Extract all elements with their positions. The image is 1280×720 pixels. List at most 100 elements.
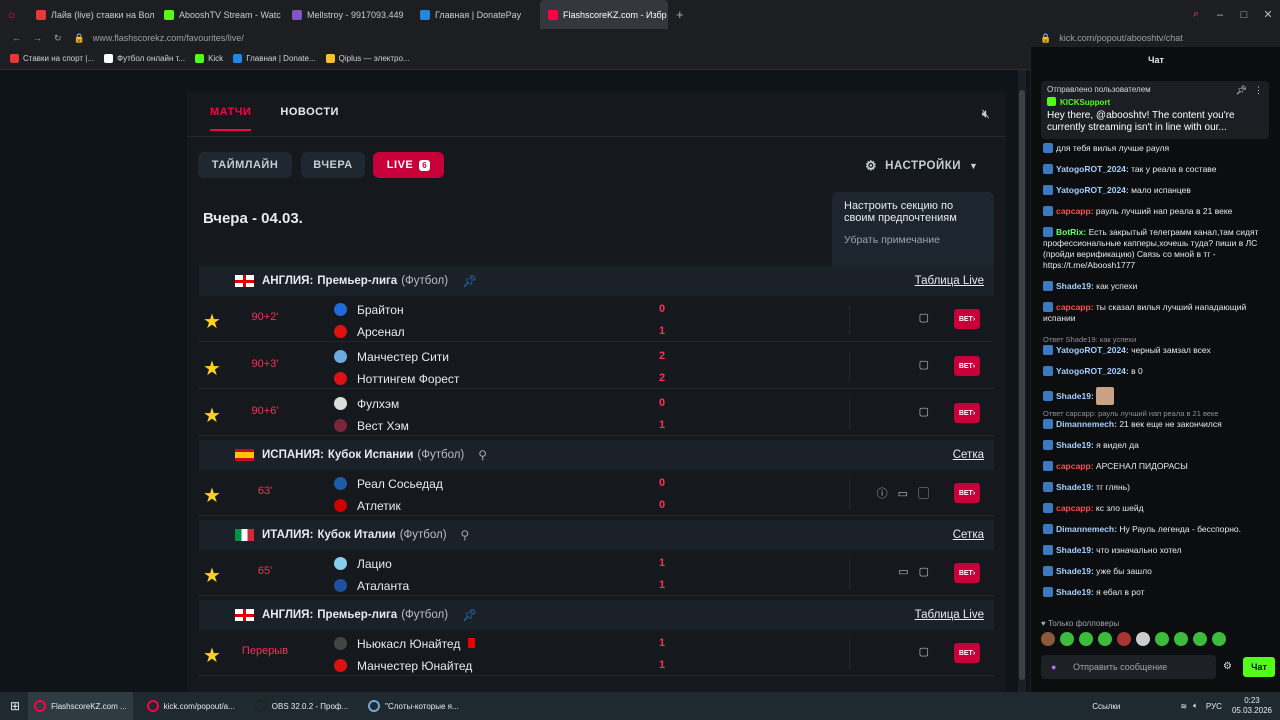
away-team[interactable]: Ноттингем Форест <box>334 372 459 386</box>
tray-links[interactable]: Ссылки <box>1092 702 1120 711</box>
home-team[interactable]: Ньюкасл Юнайтед <box>334 637 476 651</box>
league-link[interactable]: Таблица Live <box>915 275 984 287</box>
chat-username[interactable]: сарсарр: <box>1056 461 1094 471</box>
settings-button[interactable]: ⚙︎ НАСТРОЙКИ ▼ <box>865 158 978 174</box>
away-team[interactable]: Аталанта <box>334 579 409 593</box>
chat-username[interactable]: Shade19: <box>1056 482 1094 492</box>
chip-yesterday[interactable]: ВЧЕРА <box>301 152 365 178</box>
browser-tab[interactable]: FlashscoreKZ.com - Избр <box>540 0 668 29</box>
chip-live[interactable]: LIVE 6 <box>373 152 444 178</box>
pin-icon[interactable]: ⚲ <box>461 528 470 542</box>
bet-button[interactable]: BET› <box>954 356 980 376</box>
pin-icon[interactable]: 📌︎ <box>462 608 477 622</box>
match-action-icons[interactable]: ▢ <box>919 358 939 371</box>
browser-tab[interactable]: Главная | DonatePay <box>412 0 540 29</box>
bet-button[interactable]: BET› <box>954 643 980 663</box>
bookmark-item[interactable]: Kick <box>195 53 223 63</box>
minimize-icon[interactable]: – <box>1208 9 1232 21</box>
emote-icon[interactable] <box>1212 632 1226 646</box>
emote-icon[interactable] <box>1117 632 1131 646</box>
bookmark-item[interactable]: Qiplus — электро... <box>325 53 410 63</box>
match-action-icons[interactable]: ⓘ▭▢ <box>877 485 939 501</box>
match-row[interactable]: ★ Перерыв Ньюкасл Юнайтед 1 Манчестер Юнайте… <box>199 631 994 676</box>
emote-icon[interactable] <box>1079 632 1093 646</box>
browser-tab[interactable]: Лайв (live) ставки на Вол <box>28 0 156 29</box>
more-icon[interactable]: ⋮ <box>1254 85 1263 96</box>
favorite-star-icon[interactable]: ★ <box>203 643 221 668</box>
league-name[interactable]: Премьер-лига <box>317 275 397 287</box>
url-field[interactable]: www.flashscorekz.com/favourites/live/ <box>93 33 244 43</box>
favorite-star-icon[interactable]: ★ <box>203 563 221 588</box>
match-row[interactable]: ★ 63' Реал Сосьедад 0 Атлетик 0 ⓘ▭▢ BET› <box>199 471 994 516</box>
new-tab-button[interactable]: + <box>668 0 692 29</box>
send-chat-button[interactable]: Чат <box>1243 657 1275 677</box>
bookmark-item[interactable]: Футбол онлайн т... <box>104 53 185 63</box>
windows-start-icon[interactable]: ⊞ <box>10 699 20 713</box>
chat-username[interactable]: BotRix: <box>1056 227 1086 237</box>
home-team[interactable]: Реал Сосьедад <box>334 477 443 491</box>
page-scrollbar[interactable] <box>1018 70 1026 692</box>
chat-username[interactable]: сарсарр: <box>1056 503 1094 513</box>
favorite-star-icon[interactable]: ★ <box>203 356 221 381</box>
gear-icon[interactable]: ⚙︎ <box>1223 661 1232 672</box>
back-icon[interactable]: ← <box>12 33 21 43</box>
pin-icon[interactable]: 📌︎ <box>1236 85 1247 96</box>
taskbar-item[interactable]: "Слоты-которые я... <box>362 692 464 720</box>
emote-icon[interactable] <box>1174 632 1188 646</box>
browser-menu-icon[interactable]: ○ <box>0 0 28 29</box>
home-team[interactable]: Фулхэм <box>334 397 399 411</box>
bookmark-item[interactable]: Главная | Donate... <box>233 53 316 63</box>
bet-button[interactable]: BET› <box>954 309 980 329</box>
chat-username[interactable]: YatogoROT_2024: <box>1056 164 1129 174</box>
emote-icon[interactable] <box>1136 632 1150 646</box>
away-team[interactable]: Арсенал <box>334 325 405 339</box>
favorite-star-icon[interactable]: ★ <box>203 403 221 428</box>
forward-icon[interactable]: → <box>33 33 42 43</box>
league-link[interactable]: Сетка <box>953 449 984 461</box>
home-team[interactable]: Брайтон <box>334 303 404 317</box>
emote-icon[interactable] <box>1155 632 1169 646</box>
chat-username[interactable]: YatogoROT_2024: <box>1056 366 1129 376</box>
match-action-icons[interactable]: ▢ <box>919 311 939 324</box>
chat-username[interactable]: Shade19: <box>1056 391 1094 401</box>
away-team[interactable]: Вест Хэм <box>334 419 409 433</box>
chip-timeline[interactable]: ТАЙМЛАЙН <box>198 152 292 178</box>
away-team[interactable]: Атлетик <box>334 499 401 513</box>
match-row[interactable]: ★ 90+2' Брайтон 0 Арсенал 1 ▢ BET› <box>199 297 994 342</box>
away-team[interactable]: Манчестер Юнайтед <box>334 659 472 673</box>
bet-button[interactable]: BET› <box>954 403 980 423</box>
favorite-star-icon[interactable]: ★ <box>203 309 221 334</box>
bet-button[interactable]: BET› <box>954 563 980 583</box>
bookmark-item[interactable]: Ставки на спорт |... <box>10 53 94 63</box>
taskbar-item[interactable]: FlashscoreKZ.com ... <box>28 692 133 720</box>
home-team[interactable]: Лацио <box>334 557 392 571</box>
emote-icon[interactable] <box>1193 632 1207 646</box>
language-indicator[interactable]: РУС <box>1206 702 1222 711</box>
chat-username[interactable]: Shade19: <box>1056 440 1094 450</box>
close-icon[interactable]: ✕ <box>1256 8 1280 21</box>
browser-tab[interactable]: Mellstroy - 9917093.449 <box>284 0 412 29</box>
home-team[interactable]: Манчестер Сити <box>334 350 449 364</box>
search-icon[interactable]: ⌕ <box>1184 8 1208 21</box>
league-name[interactable]: Кубок Испании <box>328 449 414 461</box>
pinned-message[interactable]: Отправлено пользователем KICKSupport Hey… <box>1041 81 1269 139</box>
emote-icon[interactable] <box>1098 632 1112 646</box>
pin-icon[interactable]: ⚲ <box>478 448 487 462</box>
match-action-icons[interactable]: ▭▢ <box>898 565 939 578</box>
match-row[interactable]: ★ 65' Лацио 1 Аталанта 1 ▭▢ BET› <box>199 551 994 596</box>
match-row[interactable]: ★ 90+3' Манчестер Сити 2 Ноттингем Форест 2 ▢ B… <box>199 344 994 389</box>
match-action-icons[interactable]: ▢ <box>919 405 939 418</box>
maximize-icon[interactable]: □ <box>1232 9 1256 21</box>
send-message-input[interactable]: ● Отправить сообщение <box>1041 655 1216 679</box>
league-name[interactable]: Кубок Италии <box>317 529 395 541</box>
chat-username[interactable]: Dimannemech: <box>1056 419 1117 429</box>
tab-matches[interactable]: МАТЧИ <box>210 106 252 131</box>
favorite-star-icon[interactable]: ★ <box>203 483 221 508</box>
taskbar-item[interactable]: kick.com/popout/a... <box>141 692 241 720</box>
chat-username[interactable]: YatogoROT_2024: <box>1056 345 1129 355</box>
mute-icon[interactable]: 🔇︎ <box>982 106 990 122</box>
emote-icon[interactable] <box>1041 632 1055 646</box>
bet-button[interactable]: BET› <box>954 483 980 503</box>
chat-username[interactable]: Shade19: <box>1056 545 1094 555</box>
chat-url-field[interactable]: kick.com/popout/abooshtv/chat <box>1059 33 1183 43</box>
